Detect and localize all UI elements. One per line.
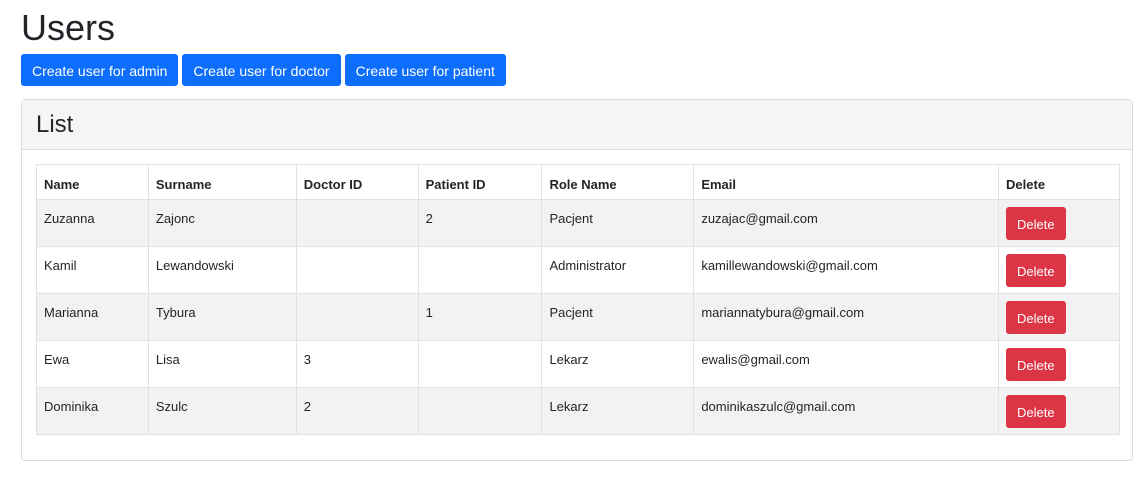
cell-email: ewalis@gmail.com xyxy=(693,340,1000,388)
table-row: Zuzanna Zajonc 2 Pacjent zuzajac@gmail.c… xyxy=(36,199,1120,247)
delete-button[interactable]: Delete xyxy=(1006,395,1066,428)
cell-patient-id xyxy=(417,246,543,294)
cell-patient-id xyxy=(417,387,543,435)
cell-name: Zuzanna xyxy=(36,199,149,247)
users-page: Users Create user for admin Create user … xyxy=(0,0,1146,495)
create-doctor-button[interactable]: Create user for doctor xyxy=(182,54,341,86)
users-table: Name Surname Doctor ID Patient ID Role N… xyxy=(36,164,1120,435)
table-row: Dominika Szulc 2 Lekarz dominikaszulc@gm… xyxy=(36,387,1120,435)
column-header-surname: Surname xyxy=(147,164,297,200)
cell-name: Dominika xyxy=(36,387,149,435)
cell-email: zuzajac@gmail.com xyxy=(693,199,1000,247)
cell-patient-id: 1 xyxy=(417,293,543,341)
page-title: Users xyxy=(21,7,116,48)
delete-button[interactable]: Delete xyxy=(1006,301,1066,334)
create-admin-button[interactable]: Create user for admin xyxy=(21,54,179,86)
cell-patient-id xyxy=(417,340,543,388)
cell-patient-id: 2 xyxy=(417,199,543,247)
table-row: Kamil Lewandowski Administrator kamillew… xyxy=(36,246,1120,294)
cell-surname: Tybura xyxy=(147,293,297,341)
cell-surname: Lewandowski xyxy=(147,246,297,294)
cell-delete: Delete xyxy=(998,293,1120,341)
card-header: List xyxy=(22,100,1132,150)
cell-name: Kamil xyxy=(36,246,149,294)
column-header-patient-id: Patient ID xyxy=(417,164,543,200)
cell-surname: Szulc xyxy=(147,387,297,435)
cell-surname: Lisa xyxy=(147,340,297,388)
cell-doctor-id xyxy=(295,293,419,341)
create-user-actions: Create user for admin Create user for do… xyxy=(21,54,506,86)
delete-button[interactable]: Delete xyxy=(1006,348,1066,381)
cell-email: kamillewandowski@gmail.com xyxy=(693,246,1000,294)
table-header-row: Name Surname Doctor ID Patient ID Role N… xyxy=(36,164,1120,200)
card-title: List xyxy=(36,110,74,138)
cell-email: dominikaszulc@gmail.com xyxy=(693,387,1000,435)
cell-doctor-id: 2 xyxy=(295,387,419,435)
table-row: Ewa Lisa 3 Lekarz ewalis@gmail.com Delet… xyxy=(36,340,1120,388)
cell-name: Marianna xyxy=(36,293,149,341)
column-header-doctor-id: Doctor ID xyxy=(295,164,419,200)
delete-button[interactable]: Delete xyxy=(1006,254,1066,287)
cell-doctor-id xyxy=(295,246,419,294)
cell-role-name: Pacjent xyxy=(541,199,695,247)
cell-delete: Delete xyxy=(998,340,1120,388)
column-header-role-name: Role Name xyxy=(541,164,695,200)
users-table-wrapper: Name Surname Doctor ID Patient ID Role N… xyxy=(36,164,1120,435)
cell-name: Ewa xyxy=(36,340,149,388)
cell-delete: Delete xyxy=(998,246,1120,294)
table-row: Marianna Tybura 1 Pacjent mariannatybura… xyxy=(36,293,1120,341)
cell-surname: Zajonc xyxy=(147,199,297,247)
cell-role-name: Lekarz xyxy=(541,340,695,388)
cell-delete: Delete xyxy=(998,387,1120,435)
column-header-email: Email xyxy=(693,164,1000,200)
column-header-name: Name xyxy=(36,164,149,200)
cell-role-name: Lekarz xyxy=(541,387,695,435)
cell-role-name: Pacjent xyxy=(541,293,695,341)
cell-doctor-id: 3 xyxy=(295,340,419,388)
delete-button[interactable]: Delete xyxy=(1006,207,1066,240)
column-header-delete: Delete xyxy=(998,164,1120,200)
users-list-card: List Name Surname Doctor ID Patient ID R… xyxy=(21,99,1133,461)
create-patient-button[interactable]: Create user for patient xyxy=(344,54,506,86)
cell-delete: Delete xyxy=(998,199,1120,247)
cell-email: mariannatybura@gmail.com xyxy=(693,293,1000,341)
cell-doctor-id xyxy=(295,199,419,247)
cell-role-name: Administrator xyxy=(541,246,695,294)
